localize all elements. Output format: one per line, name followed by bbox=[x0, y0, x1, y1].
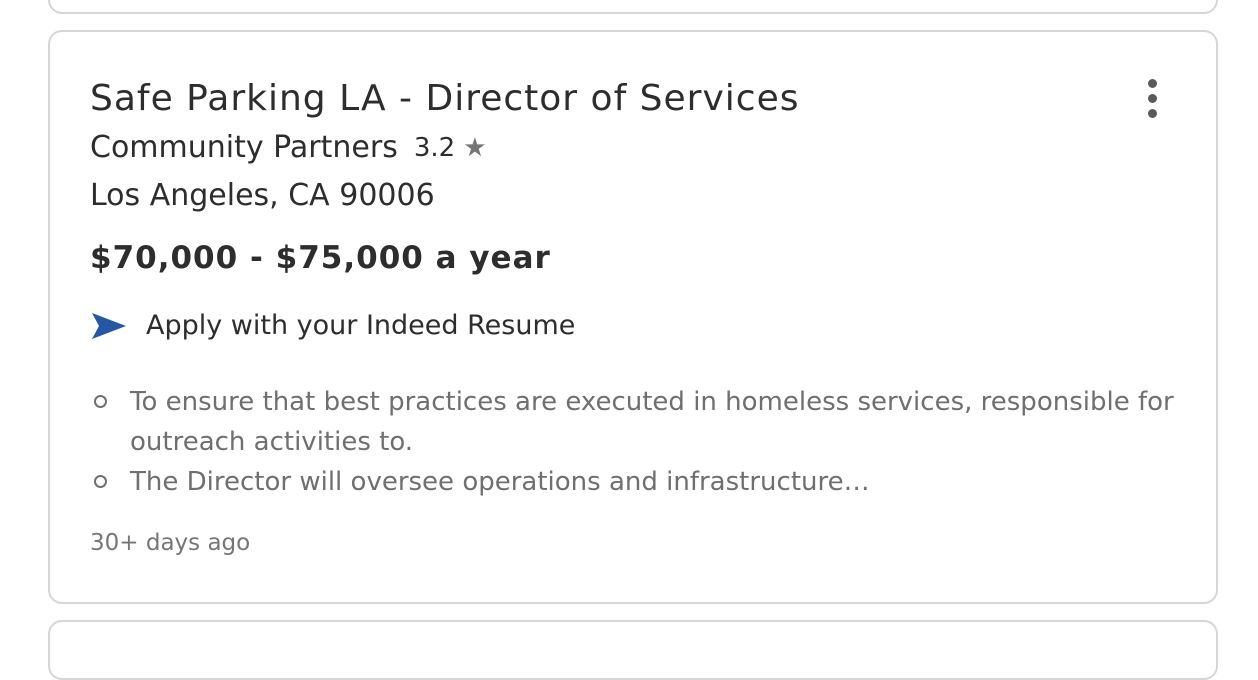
more-vertical-icon bbox=[1147, 93, 1157, 103]
more-vertical-icon bbox=[1147, 78, 1157, 88]
easy-apply-badge: Apply with your Indeed Resume bbox=[90, 310, 575, 341]
job-title[interactable]: Safe Parking LA - Director of Services bbox=[90, 78, 799, 119]
company-row: Community Partners 3.2 ★ bbox=[90, 130, 487, 165]
job-salary: $70,000 - $75,000 a year bbox=[90, 240, 551, 276]
snippet-item: The Director will oversee operations and… bbox=[90, 462, 1190, 502]
bullet-icon bbox=[94, 395, 107, 408]
previous-job-card[interactable] bbox=[48, 0, 1218, 14]
job-snippet: To ensure that best practices are execut… bbox=[90, 382, 1190, 502]
send-arrow-icon bbox=[92, 312, 126, 339]
snippet-text: To ensure that best practices are execut… bbox=[130, 387, 1174, 457]
next-job-card[interactable] bbox=[48, 620, 1218, 680]
posted-date: 30+ days ago bbox=[90, 530, 251, 556]
apply-label: Apply with your Indeed Resume bbox=[146, 310, 576, 341]
bullet-icon bbox=[94, 475, 107, 488]
job-location: Los Angeles, CA 90006 bbox=[90, 178, 435, 213]
job-card[interactable]: Safe Parking LA - Director of Services C… bbox=[48, 30, 1218, 604]
company-name: Community Partners bbox=[90, 130, 398, 165]
more-options-button[interactable] bbox=[1128, 74, 1176, 122]
snippet-item: To ensure that best practices are execut… bbox=[90, 382, 1190, 462]
company-rating: 3.2 bbox=[413, 132, 456, 163]
star-icon: ★ bbox=[463, 132, 487, 163]
more-vertical-icon bbox=[1147, 108, 1157, 118]
snippet-text: The Director will oversee operations and… bbox=[130, 467, 870, 497]
